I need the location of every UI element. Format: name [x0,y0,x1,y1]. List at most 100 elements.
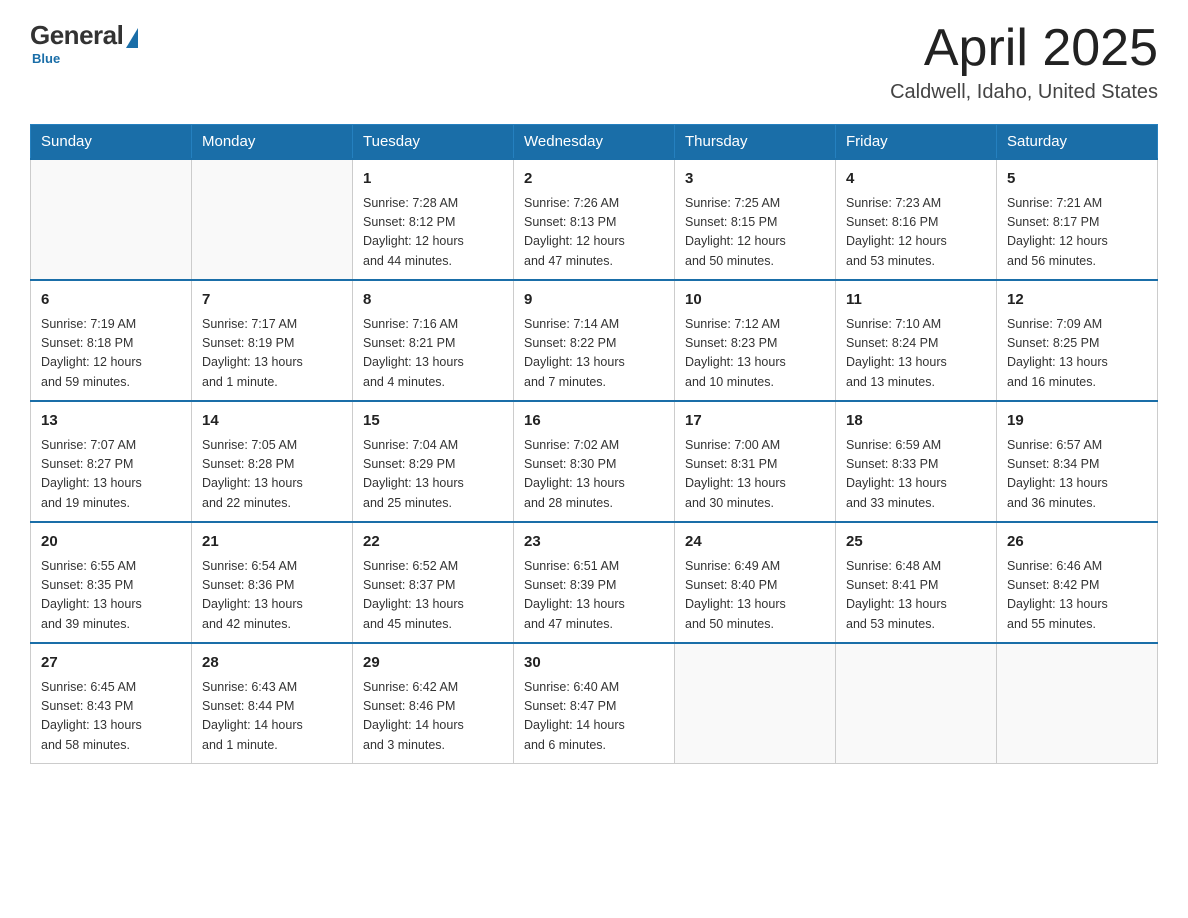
logo-general-text: General [30,20,123,51]
calendar-day-cell: 13Sunrise: 7:07 AMSunset: 8:27 PMDayligh… [31,401,192,522]
day-info-text: Daylight: 13 hours [363,595,503,614]
day-info-text: Sunrise: 6:46 AM [1007,557,1147,576]
day-info-text: and 1 minute. [202,373,342,392]
day-info-text: Sunset: 8:18 PM [41,334,181,353]
calendar-table: SundayMondayTuesdayWednesdayThursdayFrid… [30,124,1158,764]
day-info-text: Daylight: 13 hours [41,716,181,735]
calendar-day-cell: 27Sunrise: 6:45 AMSunset: 8:43 PMDayligh… [31,643,192,764]
day-info-text: Sunset: 8:13 PM [524,213,664,232]
day-info-text: Daylight: 12 hours [524,232,664,251]
calendar-day-cell: 30Sunrise: 6:40 AMSunset: 8:47 PMDayligh… [514,643,675,764]
calendar-day-cell: 11Sunrise: 7:10 AMSunset: 8:24 PMDayligh… [836,280,997,401]
day-number: 7 [202,289,342,312]
day-info-text: Sunset: 8:43 PM [41,697,181,716]
day-info-text: Daylight: 12 hours [1007,232,1147,251]
day-info-text: and 19 minutes. [41,494,181,513]
day-info-text: Sunrise: 6:48 AM [846,557,986,576]
day-number: 11 [846,289,986,312]
day-number: 5 [1007,168,1147,191]
day-info-text: and 33 minutes. [846,494,986,513]
day-number: 8 [363,289,503,312]
calendar-day-cell: 2Sunrise: 7:26 AMSunset: 8:13 PMDaylight… [514,159,675,280]
logo-blue-text: Blue [32,51,60,66]
month-year-title: April 2025 [890,20,1158,77]
day-info-text: Sunrise: 7:12 AM [685,315,825,334]
day-info-text: Daylight: 13 hours [41,474,181,493]
day-info-text: Daylight: 14 hours [202,716,342,735]
calendar-day-cell: 10Sunrise: 7:12 AMSunset: 8:23 PMDayligh… [675,280,836,401]
calendar-header-tuesday: Tuesday [353,125,514,160]
calendar-day-cell: 15Sunrise: 7:04 AMSunset: 8:29 PMDayligh… [353,401,514,522]
day-number: 30 [524,652,664,675]
day-info-text: Daylight: 13 hours [1007,595,1147,614]
day-info-text: and 7 minutes. [524,373,664,392]
day-info-text: Sunset: 8:30 PM [524,455,664,474]
day-number: 25 [846,531,986,554]
day-info-text: Daylight: 12 hours [846,232,986,251]
day-number: 28 [202,652,342,675]
day-info-text: Sunrise: 7:17 AM [202,315,342,334]
day-number: 16 [524,410,664,433]
calendar-day-cell: 21Sunrise: 6:54 AMSunset: 8:36 PMDayligh… [192,522,353,643]
calendar-header-wednesday: Wednesday [514,125,675,160]
day-info-text: Sunrise: 6:43 AM [202,678,342,697]
day-number: 27 [41,652,181,675]
day-number: 14 [202,410,342,433]
day-info-text: and 4 minutes. [363,373,503,392]
day-info-text: Daylight: 13 hours [363,353,503,372]
day-info-text: Sunset: 8:34 PM [1007,455,1147,474]
day-info-text: Sunset: 8:39 PM [524,576,664,595]
day-info-text: and 45 minutes. [363,615,503,634]
day-info-text: Sunset: 8:36 PM [202,576,342,595]
day-info-text: Daylight: 13 hours [41,595,181,614]
day-number: 22 [363,531,503,554]
calendar-header-thursday: Thursday [675,125,836,160]
day-number: 20 [41,531,181,554]
calendar-day-cell: 26Sunrise: 6:46 AMSunset: 8:42 PMDayligh… [997,522,1158,643]
day-info-text: Sunrise: 6:42 AM [363,678,503,697]
day-info-text: Sunrise: 6:52 AM [363,557,503,576]
day-info-text: Sunset: 8:29 PM [363,455,503,474]
day-info-text: and 13 minutes. [846,373,986,392]
day-info-text: Sunset: 8:16 PM [846,213,986,232]
calendar-header-monday: Monday [192,125,353,160]
day-info-text: and 44 minutes. [363,252,503,271]
day-info-text: Sunset: 8:41 PM [846,576,986,595]
calendar-week-row: 27Sunrise: 6:45 AMSunset: 8:43 PMDayligh… [31,643,1158,764]
day-info-text: Daylight: 12 hours [41,353,181,372]
day-info-text: Daylight: 13 hours [846,595,986,614]
calendar-day-cell: 3Sunrise: 7:25 AMSunset: 8:15 PMDaylight… [675,159,836,280]
calendar-header-row: SundayMondayTuesdayWednesdayThursdayFrid… [31,125,1158,160]
calendar-day-cell: 1Sunrise: 7:28 AMSunset: 8:12 PMDaylight… [353,159,514,280]
day-info-text: Daylight: 13 hours [1007,353,1147,372]
day-info-text: Daylight: 13 hours [1007,474,1147,493]
day-info-text: Sunset: 8:40 PM [685,576,825,595]
day-info-text: Sunrise: 7:23 AM [846,194,986,213]
day-info-text: Sunrise: 7:28 AM [363,194,503,213]
day-info-text: and 3 minutes. [363,736,503,755]
day-info-text: and 50 minutes. [685,252,825,271]
day-info-text: and 22 minutes. [202,494,342,513]
day-info-text: Sunrise: 7:04 AM [363,436,503,455]
day-info-text: Sunset: 8:46 PM [363,697,503,716]
day-info-text: and 50 minutes. [685,615,825,634]
day-info-text: Sunrise: 6:49 AM [685,557,825,576]
calendar-week-row: 13Sunrise: 7:07 AMSunset: 8:27 PMDayligh… [31,401,1158,522]
day-info-text: and 16 minutes. [1007,373,1147,392]
day-number: 26 [1007,531,1147,554]
day-info-text: and 36 minutes. [1007,494,1147,513]
calendar-day-cell: 18Sunrise: 6:59 AMSunset: 8:33 PMDayligh… [836,401,997,522]
day-info-text: Sunrise: 7:19 AM [41,315,181,334]
calendar-week-row: 1Sunrise: 7:28 AMSunset: 8:12 PMDaylight… [31,159,1158,280]
day-info-text: Daylight: 13 hours [846,474,986,493]
day-info-text: Daylight: 12 hours [363,232,503,251]
calendar-day-cell [836,643,997,764]
day-info-text: Sunset: 8:31 PM [685,455,825,474]
day-info-text: Sunrise: 7:21 AM [1007,194,1147,213]
day-info-text: Daylight: 13 hours [685,353,825,372]
calendar-day-cell [997,643,1158,764]
calendar-day-cell: 23Sunrise: 6:51 AMSunset: 8:39 PMDayligh… [514,522,675,643]
day-info-text: and 10 minutes. [685,373,825,392]
day-info-text: Daylight: 13 hours [524,353,664,372]
day-info-text: and 42 minutes. [202,615,342,634]
